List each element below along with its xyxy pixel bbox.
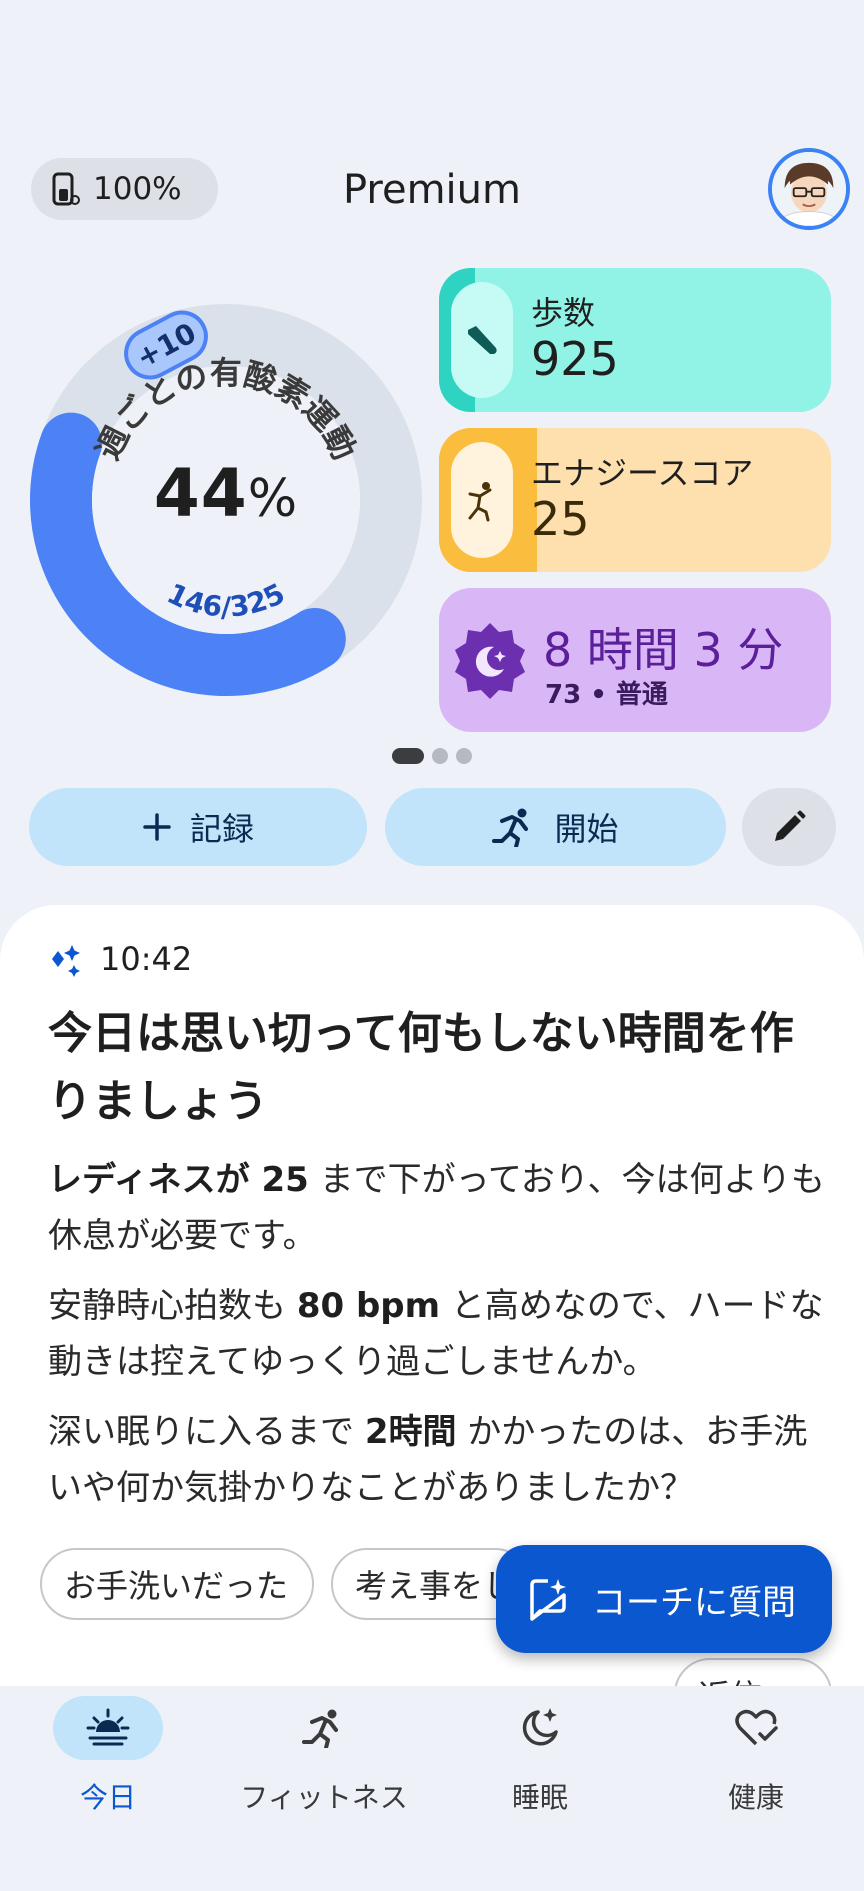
nav-tab-label: 今日: [79, 1781, 136, 1814]
sparkle-icon: [52, 945, 80, 977]
steps-card[interactable]: 歩数 925: [439, 268, 831, 412]
nav-tab-fitness[interactable]: フィットネス: [216, 1696, 432, 1816]
ring-percentage: 44%: [26, 455, 426, 532]
insight-paragraph-readiness: レディネスが 25 まで下がっており、今は何よりも休息が必要です。: [48, 1152, 828, 1264]
steps-value: 925: [531, 332, 619, 386]
insight-paragraph-deep-sleep: 深い眠りに入るまで 2時間 かかったのは、お手洗いや何か気掛かりなことがありまし…: [48, 1404, 828, 1516]
insight-text: 深い眠りに入るまで: [48, 1412, 365, 1452]
shoe-icon: [468, 326, 497, 354]
energy-score-card[interactable]: エナジースコア 25: [439, 428, 831, 572]
nav-tab-health-indicator: [701, 1696, 811, 1760]
running-icon: [492, 808, 529, 847]
ask-coach-button[interactable]: コーチに質問: [496, 1545, 832, 1653]
nav-tab-label: フィットネス: [240, 1781, 408, 1814]
start-exercise-button[interactable]: 開始: [385, 788, 726, 866]
reply-chip[interactable]: お手洗いだった: [40, 1548, 314, 1620]
nav-tab-today-indicator: [53, 1696, 163, 1760]
nav-tab-label: 睡眠: [511, 1781, 568, 1814]
record-button[interactable]: 記録: [29, 788, 367, 866]
page-title: Premium: [343, 167, 521, 213]
insight-title: 今日は思い切って何もしない時間を作りましょう: [48, 1008, 794, 1127]
sunrise-icon: [86, 1708, 130, 1746]
page-dot-active: [392, 748, 424, 764]
steps-icon-pill: [451, 282, 513, 398]
nav-tab-sleep[interactable]: 睡眠: [432, 1696, 648, 1816]
sleep-moon-badge-icon: [455, 623, 525, 699]
insight-paragraph-heart-rate: 安静時心拍数も 80 bpm と高めなので、ハードな動きは控えてゆっくり過ごしま…: [48, 1278, 828, 1390]
nav-tab-health[interactable]: 健康: [648, 1696, 864, 1816]
chat-sparkle-icon: [530, 1579, 566, 1621]
energy-person-icon: [468, 482, 492, 522]
page-dot: [456, 748, 472, 764]
start-button-label: 開始: [554, 810, 619, 848]
nav-tab-today[interactable]: 今日: [0, 1696, 216, 1816]
energy-label: エナジースコア: [531, 454, 754, 492]
avatar[interactable]: [768, 148, 850, 230]
insight-text: 安静時心拍数も: [48, 1286, 297, 1326]
sleep-card[interactable]: 8 時間 3 分 73 • 普通: [439, 588, 831, 732]
avatar-image: [772, 152, 846, 226]
ask-coach-label: コーチに質問: [592, 1582, 796, 1623]
page-dot: [432, 748, 448, 764]
sleep-duration: 8 時間 3 分: [543, 623, 784, 677]
insight-header: 10:42: [48, 940, 192, 978]
steps-label: 歩数: [531, 294, 596, 332]
energy-value: 25: [531, 492, 590, 546]
ring-percentage-unit: %: [247, 469, 299, 529]
sleep-score: 73 • 普通: [545, 680, 668, 710]
moon-icon: [522, 1708, 558, 1746]
insight-highlight: レディネスが 25: [48, 1160, 309, 1200]
plus-icon: [143, 813, 171, 841]
pencil-icon: [775, 810, 806, 841]
nav-tab-label: 健康: [727, 1781, 784, 1814]
edit-button[interactable]: [742, 788, 836, 866]
insight-highlight: 2時間: [364, 1412, 457, 1452]
nav-tab-sleep-indicator: [485, 1696, 595, 1760]
record-button-label: 記録: [189, 810, 254, 848]
energy-icon-pill: [451, 442, 513, 558]
running-icon: [302, 1709, 338, 1748]
insight-highlight: 80 bpm: [296, 1286, 441, 1326]
ring-percentage-value: 44: [153, 455, 248, 532]
battery-level: 100%: [93, 171, 182, 207]
nav-tab-fitness-indicator: [269, 1696, 379, 1760]
insight-time: 10:42: [100, 940, 193, 978]
watch-battery-chip[interactable]: 100%: [31, 158, 218, 220]
heart-check-icon: [735, 1709, 778, 1746]
watch-battery-icon: [52, 172, 80, 206]
page-indicator: [392, 748, 472, 764]
